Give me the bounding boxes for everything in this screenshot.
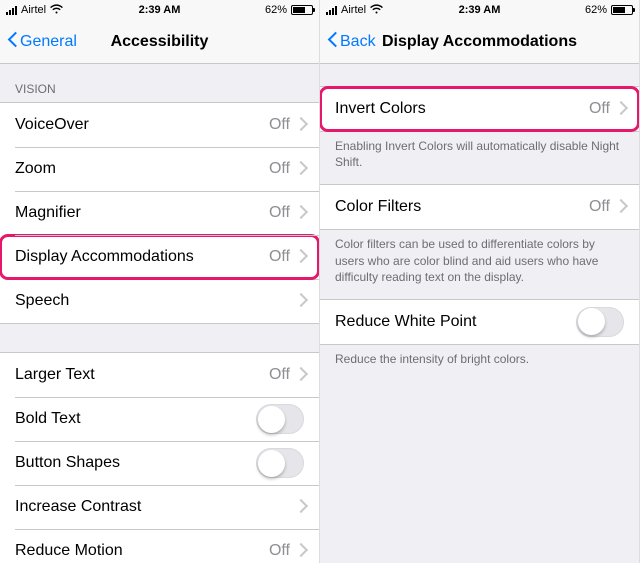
toggle-button-shapes[interactable]	[256, 448, 304, 478]
row-label: Larger Text	[15, 366, 269, 384]
row-label: Magnifier	[15, 204, 269, 222]
row-label: Zoom	[15, 160, 269, 178]
row-label: Button Shapes	[15, 454, 256, 472]
chevron-right-icon	[296, 251, 304, 264]
row-speech[interactable]: Speech	[0, 279, 319, 323]
row-reduce-white-point[interactable]: Reduce White Point	[320, 300, 639, 344]
row-magnifier[interactable]: Magnifier Off	[0, 191, 319, 235]
row-label: Bold Text	[15, 410, 256, 428]
battery-icon	[611, 5, 633, 15]
row-label: Increase Contrast	[15, 498, 296, 516]
row-reduce-motion[interactable]: Reduce Motion Off	[0, 529, 319, 563]
row-label: Invert Colors	[335, 100, 589, 118]
section-header-vision: VISION	[0, 64, 319, 102]
row-value: Off	[589, 198, 610, 216]
row-value: Off	[269, 204, 290, 222]
chevron-right-icon	[296, 369, 304, 382]
vision-group: VoiceOver Off Zoom Off Magnifier Off Dis…	[0, 102, 319, 324]
back-button[interactable]: General	[8, 33, 77, 51]
row-value: Off	[269, 366, 290, 384]
filters-group: Color Filters Off	[320, 184, 639, 230]
row-label: Reduce Motion	[15, 542, 269, 560]
invert-footer: Enabling Invert Colors will automaticall…	[320, 132, 639, 184]
row-label: Speech	[15, 292, 296, 310]
rwp-group: Reduce White Point	[320, 299, 639, 345]
row-label: Color Filters	[335, 198, 589, 216]
chevron-right-icon	[296, 501, 304, 514]
toggle-reduce-white-point[interactable]	[576, 307, 624, 337]
clock: 2:39 AM	[0, 4, 319, 16]
chevron-right-icon	[296, 119, 304, 132]
row-increase-contrast[interactable]: Increase Contrast	[0, 485, 319, 529]
text-group: Larger Text Off Bold Text Button Shapes …	[0, 352, 319, 563]
rwp-footer: Reduce the intensity of bright colors.	[320, 345, 639, 381]
row-value: Off	[269, 542, 290, 560]
row-label: VoiceOver	[15, 116, 269, 134]
chevron-left-icon	[328, 34, 338, 50]
nav-bar: Back Display Accommodations	[320, 20, 639, 64]
filters-footer: Color filters can be used to differentia…	[320, 230, 639, 299]
row-value: Off	[269, 248, 290, 266]
row-larger-text[interactable]: Larger Text Off	[0, 353, 319, 397]
row-label: Display Accommodations	[15, 248, 269, 266]
status-bar: Airtel 2:39 AM 62%	[320, 0, 639, 20]
invert-group: Invert Colors Off	[320, 86, 639, 132]
row-zoom[interactable]: Zoom Off	[0, 147, 319, 191]
row-voiceover[interactable]: VoiceOver Off	[0, 103, 319, 147]
row-value: Off	[589, 100, 610, 118]
battery-icon	[291, 5, 313, 15]
display-accommodations-screen: Airtel 2:39 AM 62% Back Display Accommod…	[320, 0, 640, 563]
chevron-right-icon	[616, 103, 624, 116]
chevron-right-icon	[296, 163, 304, 176]
row-value: Off	[269, 160, 290, 178]
status-bar: Airtel 2:39 AM 62%	[0, 0, 319, 20]
accessibility-screen: Airtel 2:39 AM 62% General Accessibility…	[0, 0, 320, 563]
row-value: Off	[269, 116, 290, 134]
row-bold-text[interactable]: Bold Text	[0, 397, 319, 441]
back-label: General	[20, 33, 77, 51]
row-color-filters[interactable]: Color Filters Off	[320, 185, 639, 229]
row-label: Reduce White Point	[335, 313, 576, 331]
nav-bar: General Accessibility	[0, 20, 319, 64]
back-button[interactable]: Back	[328, 33, 376, 51]
chevron-right-icon	[616, 201, 624, 214]
chevron-right-icon	[296, 295, 304, 308]
clock: 2:39 AM	[320, 4, 639, 16]
row-button-shapes[interactable]: Button Shapes	[0, 441, 319, 485]
row-display-accommodations[interactable]: Display Accommodations Off	[0, 235, 319, 279]
chevron-right-icon	[296, 545, 304, 558]
chevron-left-icon	[8, 34, 18, 50]
chevron-right-icon	[296, 207, 304, 220]
back-label: Back	[340, 33, 376, 51]
row-invert-colors[interactable]: Invert Colors Off	[320, 87, 639, 131]
toggle-bold-text[interactable]	[256, 404, 304, 434]
